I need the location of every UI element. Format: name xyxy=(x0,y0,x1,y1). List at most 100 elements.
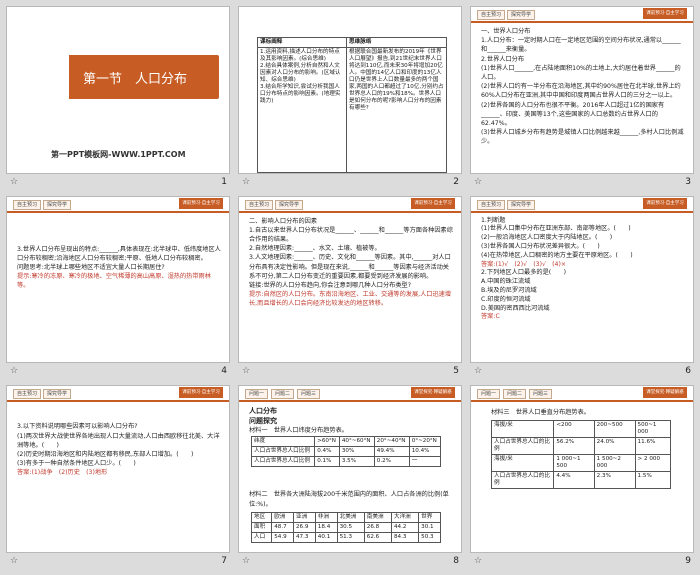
table-cell: 0.1% xyxy=(314,456,340,468)
star-icon[interactable]: ☆ xyxy=(9,556,19,566)
header-rule xyxy=(239,400,461,403)
option-line: B.埃及的尼罗河流域 xyxy=(481,287,537,295)
slide-5[interactable]: 自主预习 探究导学 课前预习·自主学习 二、影响人口分布的因素 1.自古以来世界… xyxy=(238,195,462,364)
content-block: 一、世界人口分布 1.人口分布：一定时期人口在一定地区范围的空间分布状况,通常以… xyxy=(481,27,685,147)
table-cell: 200~500 xyxy=(593,420,636,439)
table-cell: 人口占世界总人口的比例 xyxy=(490,471,555,490)
text-line: (1)世界人口______,在占陆地面积10%的土地上,大约居住着世界_____… xyxy=(481,64,681,82)
table-header-cell: >60°N xyxy=(314,436,340,448)
star-icon[interactable]: ☆ xyxy=(241,556,251,566)
table-cell: 49.4% xyxy=(373,446,410,458)
text-line: 二、影响人口分布的因素 xyxy=(249,217,318,225)
table-header-cell: 欧洲 xyxy=(271,512,294,524)
table-cell: 0.4% xyxy=(314,446,340,458)
star-icon[interactable]: ☆ xyxy=(9,366,19,376)
answer-line: 答案:C xyxy=(481,313,500,321)
table-cell: 人口 xyxy=(250,532,273,544)
tab-chip-3[interactable]: 问题三 xyxy=(529,389,553,400)
tab-chip-1[interactable]: 问题一 xyxy=(477,389,501,400)
table-cell: 4.4% xyxy=(553,471,595,490)
table-cell: 30.1 xyxy=(418,522,441,534)
table-row: 人口占世界总人口比例 0.1% 3.5% 0.2% 一 xyxy=(250,456,442,468)
slide-3[interactable]: 自主预习 探究导学 课前预习·自主学习 一、世界人口分布 1.人口分布：一定时期… xyxy=(470,6,694,174)
text-line: (2)历史时期沿海地区和内陆地区都有移民,东部人口增加。( ) xyxy=(17,450,194,458)
slide-4[interactable]: 自主预习 探究导学 课前预习·自主学习 3.世界人口分布呈现出的特点:_____… xyxy=(6,195,230,364)
table-row: 海拔/米 1 000~1 500 1 500~2 000 > 2 000 xyxy=(490,454,672,473)
section-logo: 课堂探究·释疑解惑 xyxy=(643,387,687,399)
table-cell: 一 xyxy=(408,456,442,468)
table-cell: 500~1 000 xyxy=(634,420,672,439)
content-block: 二、影响人口分布的因素 1.自古以来世界人口分布状况是______、______… xyxy=(249,217,453,309)
slide-thumb-3[interactable]: 自主预习 探究导学 课前预习·自主学习 一、世界人口分布 1.人口分布：一定时期… xyxy=(470,6,694,190)
header-band: 问题一 问题二 问题三 课堂探究·释疑解惑 xyxy=(239,386,461,401)
tab-chip-1[interactable]: 问题一 xyxy=(245,389,269,400)
slide-number: 5 xyxy=(453,366,459,377)
table-cell: 30% xyxy=(338,446,375,458)
latitude-table: 纬度 >60°N 40°~60°N 20°~40°N 0°~20°N 人口占世界… xyxy=(250,436,442,468)
slide-thumb-9[interactable]: 问题一 问题二 问题三 课堂探究·释疑解惑 材料三 世界人口垂直分布趋势表。 海… xyxy=(470,385,694,569)
star-icon[interactable]: ☆ xyxy=(241,177,251,187)
star-icon[interactable]: ☆ xyxy=(473,177,483,187)
text-line: (1)世界人口集中分布在亚洲东部、南部等地区。( ) xyxy=(481,225,631,233)
table-row: 人口占世界总人口的比例 4.4% 2.3% 1.5% xyxy=(490,471,672,490)
hint-line: 提示:自然区的人口分布。东南沿海地区、工业、交通等的发展,人口迅速增长,而且增长… xyxy=(249,291,452,308)
col2-header: 思维脉络 xyxy=(346,37,447,48)
slide-8[interactable]: 问题一 问题二 问题三 课堂探究·释疑解惑 人口分布 问题探究 材料一 世界人口… xyxy=(238,385,462,553)
text-line: 2.自然地理因素:______、水文、土壤、植被等。 xyxy=(249,245,381,253)
tab-chip-1[interactable]: 自主预习 xyxy=(13,199,42,210)
slide-thumb-5[interactable]: 自主预习 探究导学 课前预习·自主学习 二、影响人口分布的因素 1.自古以来世界… xyxy=(238,195,462,380)
tab-chip-1[interactable]: 自主预习 xyxy=(477,199,506,210)
slide-thumb-7[interactable]: 自主预习 探究导学 课前预习·自主学习 3.以下资料说明哪些因素可以影响人口分布… xyxy=(6,385,230,569)
tab-chip-2[interactable]: 探究导学 xyxy=(507,10,536,20)
header-rule xyxy=(7,210,229,213)
star-icon[interactable]: ☆ xyxy=(473,366,483,376)
tab-chip-2[interactable]: 探究导学 xyxy=(43,199,72,210)
table-cell: 54.9 xyxy=(271,532,294,544)
slide-1[interactable]: 第一节 人口分布 第一PPT模板网-WWW.1PPT.COM xyxy=(6,6,230,174)
slide-thumb-4[interactable]: 自主预习 探究导学 课前预习·自主学习 3.世界人口分布呈现出的特点:_____… xyxy=(6,195,230,380)
header-rule xyxy=(471,400,693,403)
header-rule xyxy=(239,210,461,213)
table-cell: 2.3% xyxy=(593,471,636,490)
tab-chip-2[interactable]: 探究导学 xyxy=(507,199,536,210)
slide-9[interactable]: 问题一 问题二 问题三 课堂探究·释疑解惑 材料三 世界人口垂直分布趋势表。 海… xyxy=(470,385,694,553)
text-line: 1.人口分布：一定时期人口在一定地区范围的空间分布状况,通常以______和__… xyxy=(481,37,681,54)
table-cell: 48.7 xyxy=(271,522,294,534)
star-icon[interactable]: ☆ xyxy=(241,366,251,376)
answer-line: 答案:(1)战争 (2)历史 (3)地形 xyxy=(17,469,108,477)
tab-chip-2[interactable]: 探究导学 xyxy=(275,199,304,210)
text-line: (4)在热带地区,人口稠密的地方主要在平原地区。( ) xyxy=(481,251,633,259)
slide-2[interactable]: 课标阐释 思维脉络 1.运用资料,描述人口分布的特点及其影响因素。(综合思维) … xyxy=(238,6,462,174)
option-line: C.印度的恒河流域 xyxy=(481,295,531,303)
star-icon[interactable]: ☆ xyxy=(473,556,483,566)
tab-chip-1[interactable]: 自主预习 xyxy=(477,10,506,20)
slide-thumb-2[interactable]: 课标阐释 思维脉络 1.运用资料,描述人口分布的特点及其影响因素。(综合思维) … xyxy=(238,6,462,190)
text-line: 2.世界人口分布 xyxy=(481,55,525,63)
tab-chip-1[interactable]: 自主预习 xyxy=(13,389,42,400)
table-header-cell: 北美洲 xyxy=(336,512,365,524)
header-band: 自主预习 探究导学 课前预习·自主学习 xyxy=(471,196,693,211)
tab-chip-1[interactable]: 自主预习 xyxy=(245,199,274,210)
tab-chip-2[interactable]: 问题二 xyxy=(271,389,295,400)
table-cell: 海拔/米 xyxy=(490,420,555,439)
star-icon[interactable]: ☆ xyxy=(9,177,19,187)
slide-thumb-1[interactable]: 第一节 人口分布 第一PPT模板网-WWW.1PPT.COM ☆ 1 xyxy=(6,6,230,190)
header-band: 问题一 问题二 问题三 课堂探究·释疑解惑 xyxy=(471,386,693,401)
table-cell: 1.5% xyxy=(634,471,672,490)
slide-number: 2 xyxy=(453,176,459,187)
table-header-cell: 地区 xyxy=(250,512,273,524)
slide-thumb-8[interactable]: 问题一 问题二 问题三 课堂探究·释疑解惑 人口分布 问题探究 材料一 世界人口… xyxy=(238,385,462,569)
tab-chip-2[interactable]: 探究导学 xyxy=(43,389,72,400)
section-logo: 课前预习·自主学习 xyxy=(643,197,687,209)
slide-6[interactable]: 自主预习 探究导学 课前预习·自主学习 1.判断题 (1)世界人口集中分布在亚洲… xyxy=(470,195,694,364)
table-cell: 1 500~2 000 xyxy=(593,454,636,473)
table-cell: 海拔/米 xyxy=(490,454,555,473)
content-block: 3.以下资料说明哪些因素可以影响人口分布? (1)两次世界大战使世界各地出现人口… xyxy=(17,422,221,477)
text-line: (2)世界人口约有一半分布在沿海地区,其中约90%居住在北半球,世界上约60%人… xyxy=(481,83,681,100)
slide-7[interactable]: 自主预习 探究导学 课前预习·自主学习 3.以下资料说明哪些因素可以影响人口分布… xyxy=(6,385,230,553)
tab-chip-3[interactable]: 问题三 xyxy=(297,389,321,400)
tab-chip-2[interactable]: 问题二 xyxy=(503,389,527,400)
text-line: 2.下列地区人口最多的是( ) xyxy=(481,269,566,277)
slide-number: 9 xyxy=(685,556,691,566)
slide-thumb-6[interactable]: 自主预习 探究导学 课前预习·自主学习 1.判断题 (1)世界人口集中分布在亚洲… xyxy=(470,195,694,380)
